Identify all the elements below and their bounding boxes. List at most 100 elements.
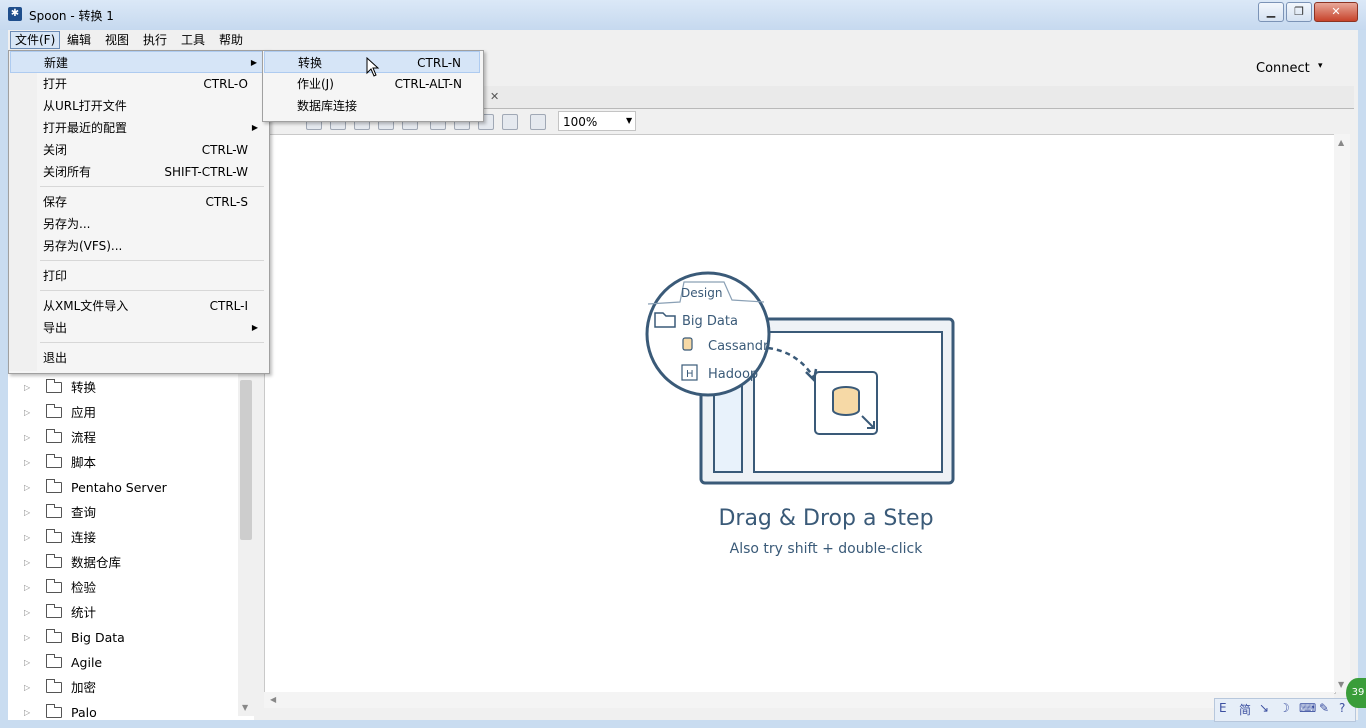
ime-status-badge[interactable]: 39 <box>1346 678 1366 708</box>
menu-item-shortcut: CTRL-ALT-N <box>394 77 462 91</box>
minimize-icon: ▁ <box>1266 5 1276 18</box>
menu-edit[interactable]: 编辑 <box>63 31 95 49</box>
file-menu-item-recent[interactable]: 打开最近的配置 ▶ <box>10 117 266 139</box>
menu-item-label: 打印 <box>43 269 68 283</box>
tree-item[interactable]: ▷ 流程 <box>24 425 234 450</box>
menu-view[interactable]: 视图 <box>101 31 133 49</box>
expand-icon[interactable]: ▷ <box>24 650 30 675</box>
menu-item-label: 关闭所有 <box>43 165 92 179</box>
tree-item[interactable]: ▷ 数据仓库 <box>24 550 234 575</box>
menu-item-label: 保存 <box>43 195 68 209</box>
tree-item[interactable]: ▷ Big Data <box>24 625 234 650</box>
ime-punct-icon[interactable]: ↘ <box>1259 701 1269 715</box>
file-menu-item-import-xml[interactable]: 从XML文件导入 CTRL-I <box>10 295 266 317</box>
tree-item-label: 应用 <box>71 405 97 420</box>
tree-item[interactable]: ▷ 统计 <box>24 600 234 625</box>
expand-icon[interactable]: ▷ <box>24 575 30 600</box>
ime-tool-icon[interactable]: ✎ <box>1319 701 1329 715</box>
database-body-shape <box>832 392 860 416</box>
folder-icon <box>46 504 62 518</box>
maximize-button[interactable]: ❐ <box>1286 2 1312 22</box>
folder-icon <box>46 604 62 618</box>
canvas-vertical-scrollbar[interactable]: ▲ ▼ <box>1334 134 1350 692</box>
connect-dropdown-icon[interactable]: ▾ <box>1318 61 1323 71</box>
spoon-icon: ✱ <box>8 7 22 21</box>
tree-item[interactable]: ▷ 检验 <box>24 575 234 600</box>
zoom-dropdown-icon[interactable]: ▼ <box>626 116 632 125</box>
file-menu-item-close[interactable]: 关闭 CTRL-W <box>10 139 266 161</box>
menu-item-label: 另存为(VFS)... <box>43 239 123 253</box>
tree-item[interactable]: ▷ 连接 <box>24 525 234 550</box>
folder-icon <box>46 554 62 568</box>
tree-item[interactable]: ▷ 加密 <box>24 675 234 700</box>
connect-button[interactable]: Connect <box>1256 61 1310 76</box>
close-button[interactable]: ✕ <box>1314 2 1358 22</box>
file-menu-item-save[interactable]: 保存 CTRL-S <box>10 191 266 213</box>
folder-icon <box>46 629 62 643</box>
tree-scroll-thumb[interactable] <box>240 380 252 540</box>
expand-icon[interactable]: ▷ <box>24 475 30 500</box>
ime-moon-icon[interactable]: ☽ <box>1279 701 1290 715</box>
scroll-down-icon[interactable]: ▼ <box>1338 680 1344 689</box>
tree-item[interactable]: ▷ Agile <box>24 650 234 675</box>
tree-item[interactable]: ▷ 脚本 <box>24 450 234 475</box>
scroll-up-icon[interactable]: ▲ <box>1338 138 1344 147</box>
expand-icon[interactable]: ▷ <box>24 400 30 425</box>
new-submenu-item-db-connection[interactable]: 数据库连接 <box>264 95 480 117</box>
expand-icon[interactable]: ▷ <box>24 675 30 700</box>
folder-icon <box>46 529 62 543</box>
file-menu-item-new[interactable]: 新建 ▶ <box>10 51 266 73</box>
file-menu-item-open-url[interactable]: 从URL打开文件 <box>10 95 266 117</box>
folder-icon <box>46 379 62 393</box>
tree-item-label: 转换 <box>71 380 97 395</box>
menu-item-label: 转换 <box>298 56 323 70</box>
ime-simplified-icon[interactable]: 简 <box>1239 701 1251 718</box>
expand-icon[interactable]: ▷ <box>24 700 30 725</box>
file-menu-item-save-as-vfs[interactable]: 另存为(VFS)... <box>10 235 266 257</box>
ime-keyboard-icon[interactable]: ⌨ <box>1299 701 1316 715</box>
cassandra-icon <box>682 337 693 351</box>
menu-file[interactable]: 文件(F) <box>10 31 61 49</box>
tree-scroll-down-icon[interactable]: ▼ <box>242 703 248 712</box>
menu-item-label: 退出 <box>43 351 68 365</box>
big-data-label: Big Data <box>682 314 738 329</box>
minimize-button[interactable]: ▁ <box>1258 2 1284 22</box>
file-menu-item-close-all[interactable]: 关闭所有 SHIFT-CTRL-W <box>10 161 266 183</box>
restore-icon: ❐ <box>1294 5 1304 18</box>
file-menu-item-save-as[interactable]: 另存为... <box>10 213 266 235</box>
file-menu-item-open[interactable]: 打开 CTRL-O <box>10 73 266 95</box>
file-menu-item-export[interactable]: 导出 ▶ <box>10 317 266 339</box>
expand-icon[interactable]: ▷ <box>24 450 30 475</box>
zoom-select[interactable]: 100% <box>558 111 636 131</box>
tree-item[interactable]: ▷ Palo <box>24 700 234 725</box>
expand-icon[interactable]: ▷ <box>24 550 30 575</box>
show-results-icon[interactable] <box>530 114 546 130</box>
tree-item[interactable]: ▷ 转换 <box>24 375 234 400</box>
tree-item[interactable]: ▷ Pentaho Server <box>24 475 234 500</box>
tree-item[interactable]: ▷ 查询 <box>24 500 234 525</box>
menu-tools[interactable]: 工具 <box>177 31 209 49</box>
expand-icon[interactable]: ▷ <box>24 425 30 450</box>
file-menu-item-print[interactable]: 打印 <box>10 265 266 287</box>
folder-icon <box>46 579 62 593</box>
ime-english-icon[interactable]: E <box>1219 701 1227 715</box>
menu-run[interactable]: 执行 <box>139 31 171 49</box>
menu-item-label: 另存为... <box>43 217 91 231</box>
submenu-arrow-icon: ▶ <box>251 323 258 332</box>
expand-icon[interactable]: ▷ <box>24 600 30 625</box>
expand-icon[interactable]: ▷ <box>24 625 30 650</box>
scroll-left-icon[interactable]: ◀ <box>270 695 276 704</box>
expand-icon[interactable]: ▷ <box>24 500 30 525</box>
tab-close-icon[interactable]: ✕ <box>490 90 499 103</box>
tree-item-label: 加密 <box>71 680 97 695</box>
file-menu-item-exit[interactable]: 退出 <box>10 347 266 369</box>
canvas-horizontal-scrollbar[interactable]: ◀ <box>264 692 1334 708</box>
expand-icon[interactable]: ▷ <box>24 525 30 550</box>
expand-icon[interactable]: ▷ <box>24 375 30 400</box>
explore-db-icon[interactable] <box>502 114 518 130</box>
menu-item-label: 打开最近的配置 <box>43 121 128 135</box>
tree-item[interactable]: ▷ 应用 <box>24 400 234 425</box>
menu-item-label: 关闭 <box>43 143 68 157</box>
menu-help[interactable]: 帮助 <box>215 31 247 49</box>
ime-help-icon[interactable]: ? <box>1339 701 1345 715</box>
